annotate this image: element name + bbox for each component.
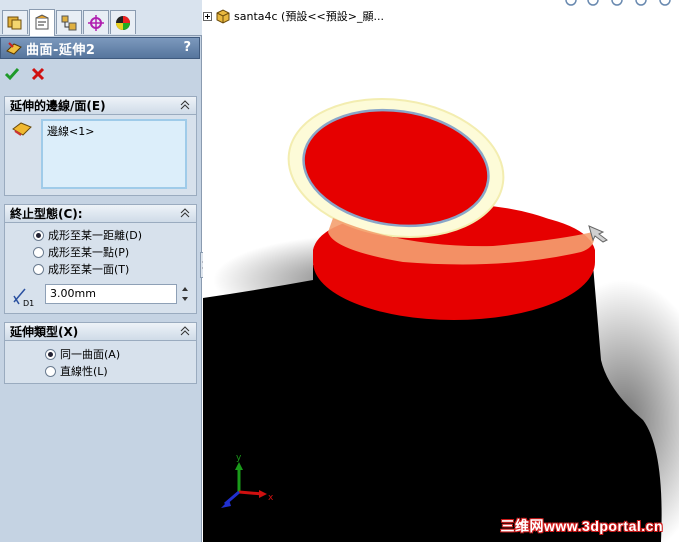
edges-group-header[interactable]: 延伸的邊線/面(E) (5, 97, 196, 115)
zoom-fit-icon[interactable] (565, 0, 577, 6)
triad-y-label: y (236, 453, 242, 463)
feature-manager-icon (7, 16, 22, 29)
tab-feature-manager[interactable] (2, 10, 28, 34)
help-button[interactable]: ? (183, 40, 191, 55)
end-condition-header[interactable]: 終止型態(C): (5, 205, 196, 223)
property-manager-panel: 曲面-延伸2 ? 延伸的邊線/面(E) 邊線<1> 終止型態(C): 成形至某一… (0, 0, 202, 542)
end-condition-group: 終止型態(C): 成形至某一距離(D) 成形至某一點(P) 成形至某一面(T) … (4, 204, 197, 314)
spin-arrows-icon[interactable] (179, 284, 191, 304)
radio-button[interactable] (45, 365, 56, 377)
distance-dimension-icon: D1 (13, 288, 34, 308)
radio-button-selected[interactable] (33, 229, 44, 241)
edges-group-label: 延伸的邊線/面(E) (10, 99, 106, 113)
radio-distance[interactable]: 成形至某一距離(D) (33, 227, 142, 243)
end-condition-label: 終止型態(C): (10, 207, 83, 221)
radio-linear[interactable]: 直線性(L) (45, 363, 108, 379)
watermark: 三维网www.3dportal.cn (500, 518, 663, 534)
radio-button-selected[interactable] (45, 348, 56, 360)
edge-selection-list[interactable]: 邊線<1> (41, 119, 187, 189)
radio-button[interactable] (33, 263, 44, 275)
radio-same-surface-label: 同一曲面(A) (60, 348, 121, 361)
model-viewport[interactable]: y x (203, 0, 679, 542)
radio-point[interactable]: 成形至某一點(P) (33, 244, 129, 260)
feature-title: 曲面-延伸2 (26, 42, 96, 58)
selected-edge-item[interactable]: 邊線<1> (47, 123, 181, 139)
edge-selection-icon (12, 122, 32, 136)
display-manager-icon (116, 15, 130, 30)
radio-distance-label: 成形至某一距離(D) (48, 229, 143, 242)
collapse-chevron-icon[interactable] (179, 207, 191, 219)
property-manager-icon (35, 14, 49, 30)
svg-text:D1: D1 (23, 299, 34, 308)
radio-surface[interactable]: 成形至某一面(T) (33, 261, 129, 277)
extension-type-group: 延伸類型(X) 同一曲面(A) 直線性(L) (4, 322, 197, 384)
view-orientation-icon[interactable] (659, 0, 671, 6)
flyout-feature-tree[interactable]: santa4c (預設<<預設>_顯... (203, 8, 384, 24)
edges-faces-group: 延伸的邊線/面(E) 邊線<1> (4, 96, 197, 196)
confirm-row (4, 63, 46, 85)
ok-check-icon[interactable] (4, 66, 20, 82)
manager-tab-bar (0, 0, 202, 36)
tab-display-manager[interactable] (110, 10, 136, 34)
part-icon (216, 9, 230, 24)
extension-type-header[interactable]: 延伸類型(X) (5, 323, 196, 341)
dimxpert-icon (88, 14, 104, 31)
cancel-x-icon[interactable] (30, 66, 46, 82)
tab-configuration-manager[interactable] (56, 10, 82, 34)
graphics-area[interactable]: y x santa4c (預設<<預設>_顯... 三维网www.3dporta… (203, 0, 679, 542)
radio-same-surface[interactable]: 同一曲面(A) (45, 346, 120, 362)
collapse-chevron-icon[interactable] (179, 325, 191, 337)
triad-x-label: x (268, 493, 274, 503)
tab-dimxpert-manager[interactable] (83, 10, 109, 34)
section-view-icon[interactable] (635, 0, 647, 6)
radio-linear-label: 直線性(L) (60, 365, 108, 378)
configuration-manager-icon (61, 15, 77, 30)
radio-point-label: 成形至某一點(P) (48, 246, 130, 259)
surface-extend-icon (6, 42, 22, 55)
extension-type-label: 延伸類型(X) (10, 325, 79, 339)
distance-input[interactable]: 3.00mm (45, 284, 177, 304)
radio-button[interactable] (33, 246, 44, 258)
tab-property-manager[interactable] (29, 9, 55, 36)
view-toolbar (565, 0, 671, 6)
radio-surface-label: 成形至某一面(T) (48, 263, 130, 276)
expand-plus-icon[interactable] (203, 11, 212, 21)
feature-title-bar: 曲面-延伸2 ? (0, 37, 200, 59)
previous-view-icon[interactable] (611, 0, 623, 6)
part-name[interactable]: santa4c (預設<<預設>_顯... (234, 8, 384, 24)
zoom-area-icon[interactable] (587, 0, 599, 6)
collapse-chevron-icon[interactable] (179, 99, 191, 111)
